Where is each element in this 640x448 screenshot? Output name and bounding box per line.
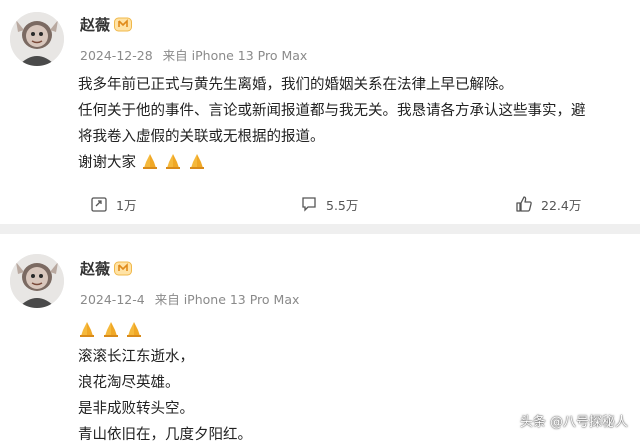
- comment-count: 5.5万: [326, 197, 359, 213]
- body-line: 将我卷入虚假的关联或无根据的报道。: [78, 129, 325, 145]
- body-line-thanks: 谢谢大家: [78, 150, 586, 176]
- pray-emoji-icon: [103, 322, 118, 337]
- avatar[interactable]: [10, 12, 64, 66]
- body-line: 任何关于他的事件、言论或新闻报道都与我无关。我恳请各方承认这些事实，避: [78, 103, 586, 119]
- share-count: 1万: [116, 197, 137, 213]
- body-line: 青山依旧在，几度夕阳红。: [78, 427, 252, 443]
- share-button[interactable]: 1万: [90, 194, 136, 214]
- author-name[interactable]: 赵薇: [80, 14, 110, 35]
- body-line: 我多年前已正式与黄先生离婚，我们的婚姻关系在法律上早已解除。: [78, 77, 513, 93]
- source-prefix: 来自: [162, 48, 188, 63]
- pray-emoji-icon: [166, 154, 181, 169]
- post-actions: 1万 5.5万 22.4万: [0, 190, 640, 216]
- post-body: 滚滚长江东逝水， 浪花淘尽英雄。 是非成败转头空。 青山依旧在，几度夕阳红。: [78, 318, 252, 448]
- comment-button[interactable]: 5.5万: [300, 194, 358, 214]
- post-date: 2024-12-4: [80, 292, 145, 307]
- post-body: 我多年前已正式与黄先生离婚，我们的婚姻关系在法律上早已解除。 任何关于他的事件、…: [78, 72, 586, 176]
- weibo-post-2: 赵薇 2024-12-4 来自 iPhone 13 Pro Max 滚滚长江东逝…: [0, 234, 640, 443]
- share-icon: [91, 197, 107, 212]
- pray-emoji-icon: [80, 322, 94, 337]
- avatar[interactable]: [10, 254, 64, 308]
- emoji-line: [78, 318, 252, 344]
- pray-emoji-icon: [189, 154, 204, 169]
- post-date: 2024-12-28: [80, 48, 153, 63]
- watermark: 头条 @八号探秘人: [519, 415, 628, 430]
- post-meta: 2024-12-28 来自 iPhone 13 Pro Max: [80, 45, 307, 64]
- comment-icon: [302, 197, 316, 212]
- fan-badge-icon: [114, 17, 132, 32]
- body-line: 滚滚长江东逝水，: [78, 349, 194, 365]
- like-button[interactable]: 22.4万: [515, 194, 581, 214]
- source-prefix: 来自: [154, 292, 180, 307]
- pray-emoji-icon: [142, 154, 157, 169]
- thumbs-up-icon: [516, 196, 532, 212]
- device-name: iPhone 13 Pro Max: [183, 292, 300, 307]
- weibo-post-1: 赵薇 2024-12-28 来自 iPhone 13 Pro Max 我多年前已…: [0, 0, 640, 224]
- body-line: 浪花淘尽英雄。: [78, 375, 180, 391]
- body-line: 是非成败转头空。: [78, 401, 194, 417]
- like-count: 22.4万: [541, 197, 582, 213]
- author-name[interactable]: 赵薇: [80, 258, 110, 279]
- fan-badge-icon: [114, 261, 132, 276]
- body-line-text: 谢谢大家: [78, 155, 136, 171]
- pray-emoji-icon: [127, 322, 142, 337]
- device-name: iPhone 13 Pro Max: [191, 48, 308, 63]
- post-divider: [0, 224, 640, 234]
- post-meta: 2024-12-4 来自 iPhone 13 Pro Max: [80, 289, 299, 308]
